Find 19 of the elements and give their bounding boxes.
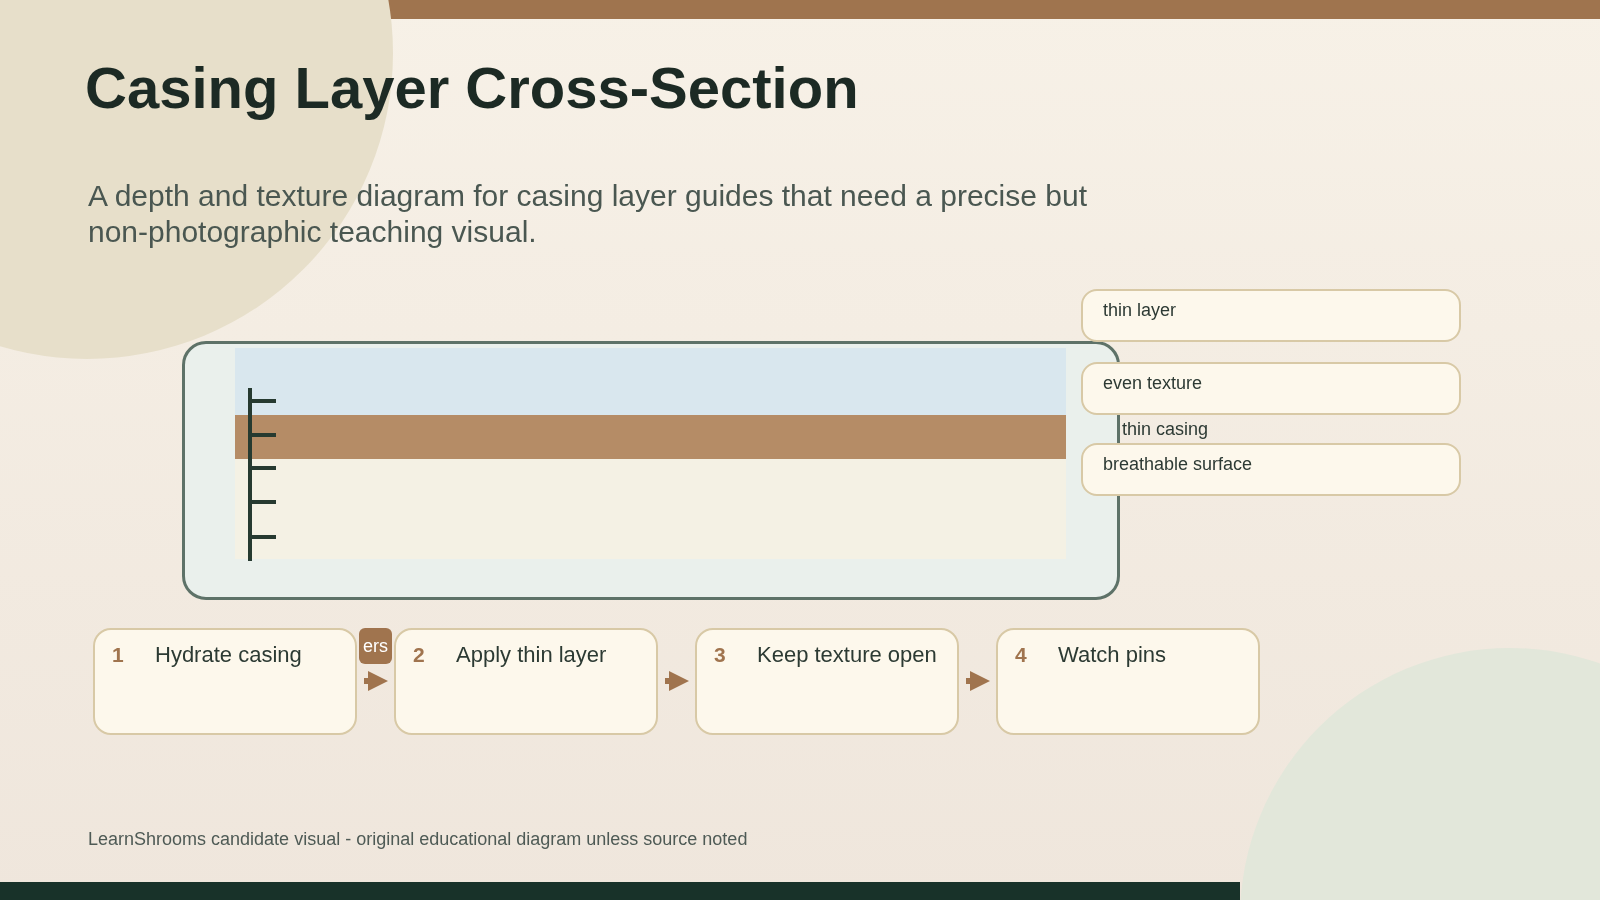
step-label: Keep texture open [757,642,937,668]
arrow-icon [664,671,689,691]
footer-note: LearnShrooms candidate visual - original educational diagram unless source noted [88,829,748,849]
arrow-icon [965,671,990,691]
callout-card: thin layer [1081,289,1461,342]
arrow-icon [363,671,388,691]
page-subtitle: A depth and texture diagram for casing layer guides that need a precise but non-photographic teaching visual. [88,178,1088,250]
callout-label: thin casing [1122,419,1209,439]
step-label: Apply thin layer [456,642,607,668]
step-label: Hydrate casing [155,642,302,668]
step-number: 3 [714,642,727,668]
step-tag: ers [359,628,392,664]
page-title: Casing Layer Cross-Section [85,54,859,122]
step-number: 4 [1015,642,1028,668]
step-label: Watch pins [1058,642,1166,668]
callout-card: even texture [1081,362,1461,415]
callout-card: breathable surface [1081,443,1461,496]
step-number: 1 [112,642,125,668]
step-number: 2 [413,642,426,668]
